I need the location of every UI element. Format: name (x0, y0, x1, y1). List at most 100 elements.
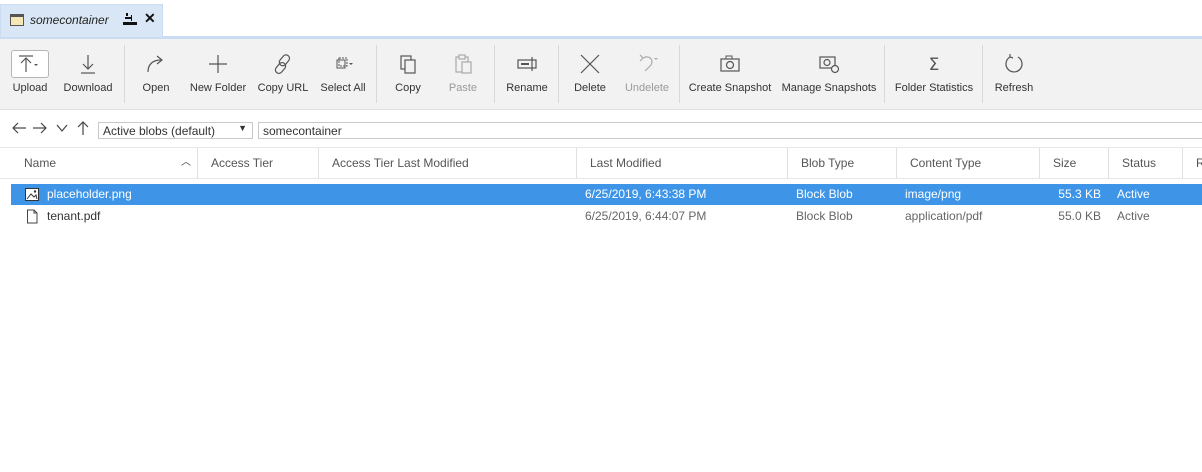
column-header-name[interactable]: Name ︿ (11, 148, 198, 178)
copy-button[interactable]: Copy (382, 39, 434, 109)
row-blob-type: Block Blob (796, 209, 853, 223)
upload-label: Upload (12, 82, 48, 94)
table-row[interactable]: placeholder.png 6/25/2019, 6:43:38 PM Bl… (11, 184, 1202, 205)
open-button[interactable]: Open (131, 39, 181, 109)
toolbar-separator (494, 45, 495, 103)
toolbar: Upload Download Open New Folder Copy URL (0, 39, 1202, 110)
blob-view-select[interactable]: Active blobs (default) ▼ (98, 122, 253, 139)
download-button[interactable]: Download (60, 39, 116, 109)
column-header-last-modified[interactable]: Last Modified (577, 148, 788, 178)
row-status: Active (1117, 187, 1150, 201)
row-last-modified: 6/25/2019, 6:43:38 PM (585, 187, 707, 201)
manage-snapshots-button[interactable]: Manage Snapshots (779, 39, 879, 109)
close-tab-icon[interactable]: ✕ (144, 10, 156, 27)
download-icon (81, 55, 95, 74)
delete-icon (580, 54, 600, 74)
container-icon (10, 14, 24, 26)
copy-icon (400, 55, 416, 74)
chevron-down-icon[interactable] (54, 120, 70, 136)
folder-statistics-button[interactable]: Σ Folder Statistics (891, 39, 977, 109)
refresh-label: Refresh (994, 82, 1034, 94)
delete-label: Delete (574, 82, 606, 94)
column-header-size[interactable]: Size (1040, 148, 1109, 178)
download-label: Download (63, 82, 113, 94)
column-header-name-label: Name (24, 156, 57, 170)
column-header-blob-type-label: Blob Type (801, 156, 855, 170)
image-file-icon (25, 188, 39, 201)
rename-label: Rename (506, 82, 548, 94)
tab-somecontainer[interactable]: somecontainer ✕ (0, 4, 163, 37)
toolbar-separator (884, 45, 885, 103)
copy-url-label: Copy URL (257, 82, 309, 94)
upload-button[interactable]: Upload (0, 39, 60, 109)
column-header-last-modified-label: Last Modified (590, 156, 662, 170)
column-header-remaining-label: R (1196, 156, 1202, 170)
up-arrow-icon[interactable] (75, 120, 91, 136)
table-row[interactable]: tenant.pdf 6/25/2019, 6:44:07 PM Block B… (11, 206, 1202, 227)
column-header-access-tier-last-modified-label: Access Tier Last Modified (332, 156, 469, 170)
path-input[interactable]: somecontainer (258, 122, 1202, 139)
address-bar: Active blobs (default) ▼ somecontainer (0, 110, 1202, 147)
tab-bar: somecontainer ✕ (0, 0, 1202, 39)
undelete-label: Undelete (624, 82, 670, 94)
toolbar-separator (558, 45, 559, 103)
toolbar-separator (679, 45, 680, 103)
paste-icon (455, 54, 472, 74)
column-header-remaining[interactable]: R (1183, 148, 1202, 178)
manage-snapshots-icon (819, 56, 840, 74)
paste-label: Paste (448, 82, 478, 94)
rename-icon (517, 57, 537, 71)
undelete-button[interactable]: Undelete (620, 39, 674, 109)
back-arrow-icon[interactable] (11, 120, 27, 136)
new-folder-button[interactable]: New Folder (186, 39, 250, 109)
link-icon (274, 54, 291, 75)
column-header-status[interactable]: Status (1109, 148, 1183, 178)
row-content-type: image/png (905, 187, 962, 201)
row-status: Active (1117, 209, 1150, 223)
column-header-access-tier-label: Access Tier (211, 156, 274, 170)
copy-url-button[interactable]: Copy URL (255, 39, 311, 109)
manage-snapshots-label: Manage Snapshots (781, 82, 877, 94)
delete-button[interactable]: Delete (565, 39, 615, 109)
svg-text:Σ: Σ (929, 55, 940, 75)
column-header-blob-type[interactable]: Blob Type (788, 148, 897, 178)
paste-button[interactable]: Paste (437, 39, 489, 109)
select-all-button[interactable]: Select All (316, 39, 370, 109)
row-size: 55.3 KB (1058, 187, 1101, 201)
create-snapshot-label: Create Snapshot (688, 82, 772, 94)
open-icon (147, 55, 163, 73)
column-header-status-label: Status (1122, 156, 1157, 170)
create-snapshot-button[interactable]: Create Snapshot (686, 39, 774, 109)
undo-icon (639, 54, 658, 72)
refresh-icon (1005, 54, 1023, 73)
tab-title: somecontainer (30, 13, 109, 27)
toolbar-separator (982, 45, 983, 103)
row-last-modified: 6/25/2019, 6:44:07 PM (585, 209, 707, 223)
document-file-icon (27, 209, 38, 224)
column-header-content-type[interactable]: Content Type (897, 148, 1040, 178)
sort-ascending-icon: ︿ (181, 157, 191, 168)
refresh-button[interactable]: Refresh (989, 39, 1039, 109)
rename-button[interactable]: Rename (500, 39, 554, 109)
sigma-icon: Σ (929, 55, 940, 75)
select-all-icon (336, 57, 353, 69)
dropdown-arrow-icon: ▼ (238, 123, 247, 133)
row-name: placeholder.png (47, 187, 132, 201)
new-folder-label: New Folder (189, 82, 247, 94)
blob-view-select-value: Active blobs (default) (103, 124, 216, 138)
row-content-type: application/pdf (905, 209, 983, 223)
column-header-access-tier[interactable]: Access Tier (198, 148, 319, 178)
upload-icon (19, 55, 38, 72)
camera-icon (720, 55, 740, 72)
column-header-size-label: Size (1053, 156, 1077, 170)
column-headers: Name ︿ Access Tier Access Tier Last Modi… (0, 147, 1202, 179)
forward-arrow-icon[interactable] (32, 120, 48, 136)
toolbar-separator (124, 45, 125, 103)
plus-icon (209, 55, 227, 73)
row-name: tenant.pdf (47, 209, 101, 223)
select-all-label: Select All (320, 82, 366, 94)
column-header-content-type-label: Content Type (910, 156, 982, 170)
folder-statistics-label: Folder Statistics (894, 82, 974, 94)
column-header-access-tier-last-modified[interactable]: Access Tier Last Modified (319, 148, 577, 178)
pin-icon[interactable] (122, 11, 138, 27)
